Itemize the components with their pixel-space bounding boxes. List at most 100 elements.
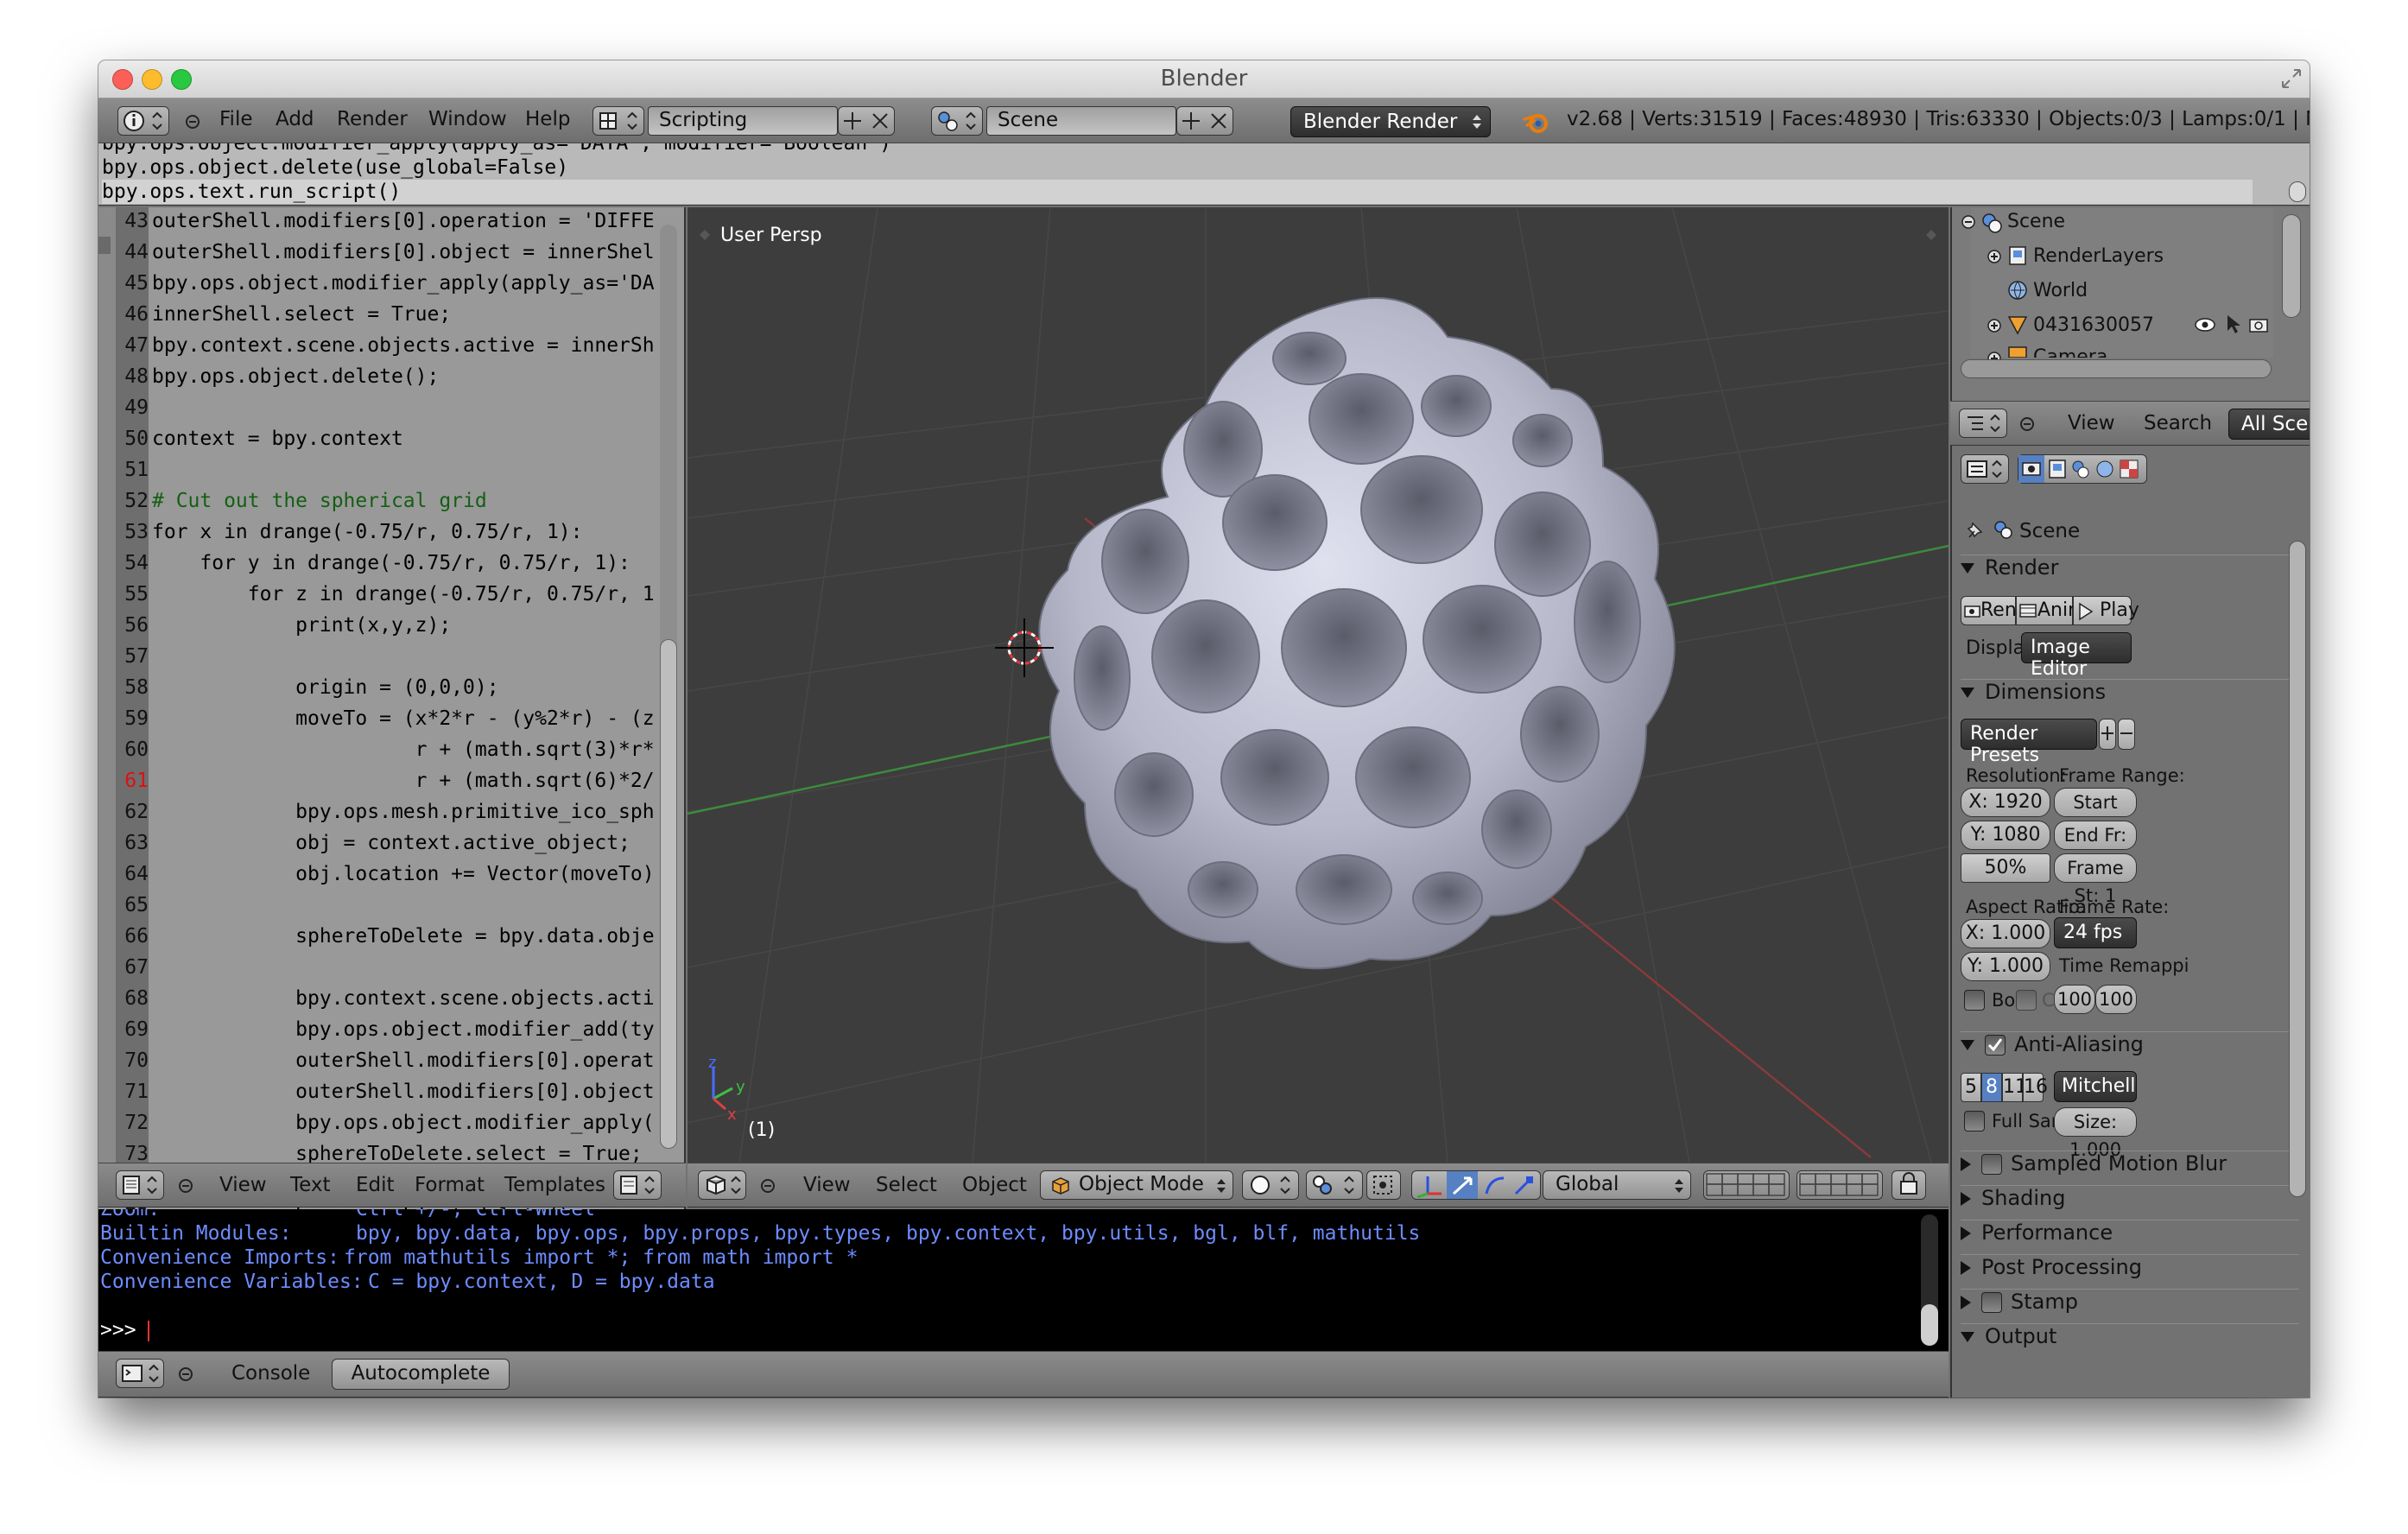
aspect-y-field[interactable]: Y: 1.000	[1961, 952, 2050, 981]
outliner-item-renderlayers[interactable]: RenderLayers	[2033, 245, 2164, 267]
text-datablock-button[interactable]	[613, 1170, 662, 1200]
outliner-item-mesh[interactable]: 0431630057	[2033, 314, 2154, 336]
collapse-menu-icon[interactable]	[178, 1178, 193, 1194]
resolution-x-field[interactable]: X: 1920	[1961, 788, 2050, 817]
text-menu-view[interactable]: View	[219, 1174, 267, 1196]
expand-plus-icon[interactable]	[1987, 249, 2002, 264]
menu-help[interactable]: Help	[525, 108, 570, 130]
render-image-button[interactable]: Render	[1961, 596, 2048, 625]
outliner-menu-search[interactable]: Search	[2144, 412, 2212, 434]
outliner-h-scrollbar[interactable]	[1961, 359, 2272, 378]
time-remap-new-field[interactable]: 100	[2095, 985, 2137, 1014]
viewport-type-button[interactable]	[698, 1170, 746, 1200]
delete-icon[interactable]	[872, 113, 888, 129]
layers-row-1[interactable]	[1703, 1170, 1790, 1200]
editor-type-info-button[interactable]	[117, 106, 169, 136]
editor-collapse-tab[interactable]	[98, 237, 111, 254]
screen-layout-menu-button[interactable]	[592, 106, 644, 136]
render-layers-tab-icon[interactable]	[2049, 460, 2066, 479]
motion-blur-checkbox[interactable]	[1981, 1154, 2002, 1175]
post-processing-panel-header[interactable]: Post Processing	[1961, 1254, 2299, 1289]
rotate-manipulator-icon[interactable]	[1485, 1176, 1505, 1195]
aa-samples-5[interactable]: 5	[1961, 1073, 1981, 1102]
lock-layers-button[interactable]	[1892, 1170, 1926, 1200]
dimensions-panel-header[interactable]: Dimensions	[1961, 679, 2299, 713]
outliner-item-world[interactable]: World	[2033, 280, 2088, 301]
menu-add[interactable]: Add	[276, 108, 314, 130]
fullscreen-icon[interactable]	[2280, 67, 2303, 90]
time-remap-old-field[interactable]: 100	[2054, 985, 2095, 1014]
performance-panel-header[interactable]: Performance	[1961, 1220, 2299, 1254]
outliner-v-scrollbar[interactable]	[2282, 214, 2301, 318]
resolution-y-field[interactable]: Y: 1080	[1961, 821, 2050, 850]
crop-checkbox[interactable]	[2016, 990, 2037, 1011]
scene-name-field[interactable]: Scene	[986, 106, 1176, 136]
display-mode-select[interactable]: Image Editor	[2021, 632, 2132, 680]
info-scrollbar[interactable]	[2289, 181, 2306, 202]
start-frame-field[interactable]: Start Fra: 1	[2054, 788, 2137, 840]
3d-viewport[interactable]: User Persp z y x (1)	[688, 207, 1949, 1163]
python-console[interactable]: Zoom: Ctrl +/-, Ctrl-Wheel Builtin Module…	[98, 1209, 1949, 1351]
frame-step-field[interactable]: Frame St: 1	[2054, 853, 2137, 906]
world-tab-icon[interactable]	[2096, 460, 2113, 478]
render-engine-select[interactable]: Blender Render	[1290, 106, 1491, 137]
screen-layout-field[interactable]: Scripting	[648, 106, 838, 136]
texture-tab-icon[interactable]	[2120, 460, 2139, 479]
render-panel-header[interactable]: Render	[1961, 555, 2299, 589]
aspect-x-field[interactable]: X: 1.000	[1961, 919, 2050, 948]
console-prompt[interactable]: >>>	[100, 1318, 150, 1342]
scene-menu-button[interactable]	[931, 106, 983, 136]
pivot-point-button[interactable]	[1306, 1170, 1363, 1200]
shading-panel-header[interactable]: Shading	[1961, 1185, 2299, 1220]
outliner-item-camera[interactable]: Camera	[2033, 345, 2107, 358]
aa-filter-select[interactable]: Mitchell-Net	[2054, 1071, 2137, 1102]
viewport-menu-view[interactable]: View	[803, 1174, 851, 1196]
add-icon[interactable]	[844, 112, 861, 130]
viewport-menu-object[interactable]: Object	[962, 1174, 1027, 1196]
console-type-button[interactable]	[116, 1359, 164, 1388]
renderable-camera-icon[interactable]	[2247, 314, 2270, 335]
frame-rate-select[interactable]: 24 fps	[2054, 917, 2137, 948]
menu-window[interactable]: Window	[428, 108, 507, 130]
manipulator-toggle-button[interactable]	[1366, 1170, 1401, 1200]
viewport-menu-select[interactable]: Select	[876, 1174, 937, 1196]
layers-row-2[interactable]	[1796, 1170, 1883, 1200]
text-editor-type-button[interactable]	[116, 1170, 164, 1200]
collapse-menu-icon[interactable]	[178, 1366, 193, 1382]
visibility-eye-icon[interactable]	[2194, 314, 2216, 335]
properties-scrollbar[interactable]	[2289, 541, 2306, 1197]
collapse-menu-icon[interactable]	[185, 114, 200, 130]
stamp-checkbox[interactable]	[1981, 1292, 2002, 1313]
delete-scene-icon[interactable]	[1211, 113, 1226, 129]
scale-manipulator-icon[interactable]	[1514, 1176, 1533, 1195]
render-animation-button[interactable]: Animati	[2016, 596, 2111, 625]
stamp-panel-header[interactable]: Stamp	[1961, 1289, 2299, 1323]
console-scrollbar-thumb[interactable]	[1921, 1304, 1938, 1346]
text-menu-templates[interactable]: Templates	[504, 1174, 605, 1196]
resolution-percent-slider[interactable]: 50%	[1961, 853, 2050, 883]
outliner-display-filter[interactable]: All Scen	[2228, 409, 2310, 440]
border-checkbox[interactable]	[1964, 990, 1985, 1011]
collapse-menu-icon[interactable]	[760, 1178, 776, 1194]
selectable-cursor-icon[interactable]	[2223, 313, 2242, 335]
pin-icon[interactable]	[1964, 520, 1985, 541]
expand-plus-icon[interactable]	[1987, 318, 2002, 333]
menu-render[interactable]: Render	[337, 108, 408, 130]
viewport-corner-tabs[interactable]	[700, 230, 1936, 240]
translate-axes-icon[interactable]	[1416, 1176, 1442, 1199]
end-frame-field[interactable]: End Fr: 250	[2054, 821, 2137, 873]
mode-select[interactable]: Object Mode	[1040, 1170, 1233, 1200]
collapse-menu-icon[interactable]	[2019, 416, 2035, 432]
sampled-motion-blur-panel-header[interactable]: Sampled Motion Blur	[1961, 1150, 2299, 1185]
scene-tab-icon[interactable]	[2072, 460, 2089, 479]
console-menu[interactable]: Console	[231, 1362, 310, 1385]
add-scene-icon[interactable]	[1182, 112, 1200, 130]
play-button[interactable]: Play	[2073, 596, 2139, 625]
render-presets-select[interactable]: Render Presets	[1961, 719, 2097, 766]
properties-type-button[interactable]	[1961, 454, 2009, 484]
text-menu-format[interactable]: Format	[415, 1174, 485, 1196]
viewport-shading-button[interactable]	[1242, 1170, 1299, 1200]
collapse-minus-icon[interactable]	[1961, 214, 1976, 230]
autocomplete-button[interactable]: Autocomplete	[332, 1359, 510, 1390]
full-sample-checkbox[interactable]	[1964, 1111, 1985, 1131]
